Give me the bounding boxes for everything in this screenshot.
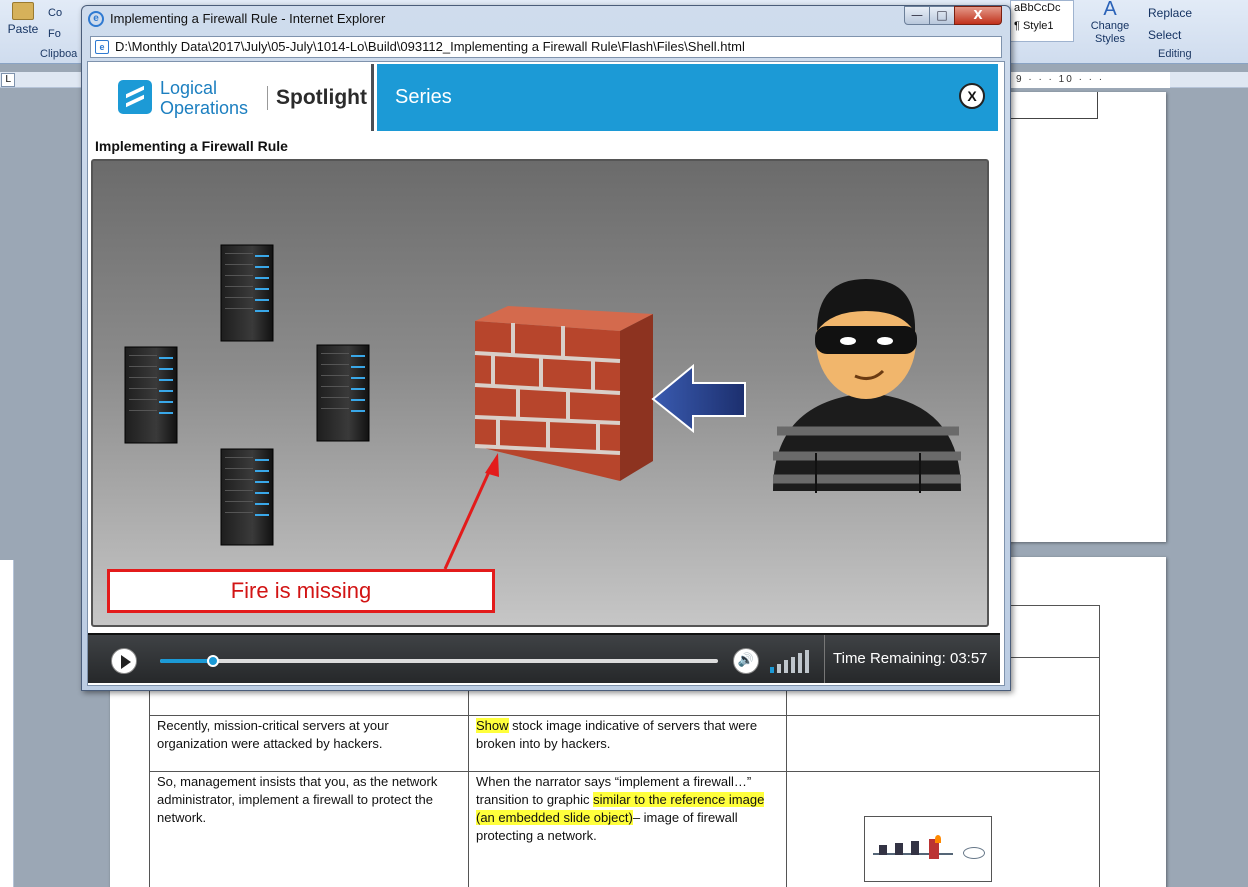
player-close-button[interactable]: X [959,83,985,109]
volume-bar [791,656,795,673]
editing-group-label: Editing [1158,48,1192,60]
narration-cell[interactable]: So, management insists that you, as the … [149,771,469,887]
series-label: Series [395,86,452,108]
volume-bar [784,660,788,673]
volume-button[interactable]: 🔊 [733,648,759,674]
vertical-ruler[interactable] [0,560,14,887]
server-icon [220,448,274,546]
narration-cell[interactable]: Recently, mission-critical servers at yo… [149,715,469,772]
brand-line2: Operations [160,98,249,118]
reference-image-thumbnail[interactable] [864,816,992,882]
volume-bar [798,653,802,673]
browser-window: e Implementing a Firewall Rule - Interne… [81,5,1011,691]
play-button[interactable] [111,648,137,674]
firewall-icon [474,306,653,481]
change-styles-button[interactable]: A Change Styles [1086,0,1134,46]
clipboard-group-label: Clipboa [40,48,78,60]
narration-text: Recently, mission-critical servers at yo… [157,718,389,751]
change-styles-label: Change Styles [1090,20,1130,45]
brand-panel: Logical Operations Spotlight [91,64,374,131]
narration-text: So, management insists that you, as the … [157,774,438,825]
tab-selector[interactable]: L [1,73,15,87]
page-icon: e [95,40,109,54]
player-header: Logical Operations Spotlight Series X [88,62,1000,133]
address-bar[interactable]: e D:\Monthly Data\2017\July\05-July\1014… [90,36,1002,58]
paste-label: Paste [7,22,39,36]
direction-text: stock image indicative of servers that w… [476,718,758,751]
address-url: D:\Monthly Data\2017\July\05-July\1014-L… [115,39,745,54]
replace-button[interactable]: Replace [1148,6,1192,20]
direction-cell[interactable]: When the narrator says “implement a fire… [468,771,787,887]
time-remaining: Time Remaining: 03:57 [824,635,1000,683]
slide-artwork [124,244,961,570]
slide-stage: Fire is missing [91,159,989,627]
brand-line1: Logical [160,78,218,98]
desktop: Paste Co Fo Clipboa aBbCcDc ¶ Style1 A C… [0,0,1248,887]
change-styles-icon: A [1103,0,1117,20]
server-icon [316,344,370,442]
title-bar[interactable]: e Implementing a Firewall Rule - Interne… [82,6,1010,34]
table-row: So, management insists that you, as the … [149,771,1100,887]
player-controls: 🔊 Time Remaining: 03:57 [88,633,1000,683]
internet-explorer-icon: e [88,11,104,27]
style-sample: aBbCcDc [1014,2,1061,14]
paste-button[interactable]: Paste [4,2,42,46]
table-row: Recently, mission-critical servers at yo… [149,715,1100,772]
highlighted-text: Show [476,718,509,733]
server-icon [124,346,178,444]
format-painter-button[interactable]: Fo [48,28,61,40]
volume-bar [805,649,809,673]
volume-level[interactable] [770,649,812,673]
logical-operations-logo-icon [118,80,152,114]
hacker-icon [773,279,961,493]
select-button[interactable]: Select [1148,28,1181,42]
volume-bar [777,663,781,673]
window-title: Implementing a Firewall Rule - Internet … [110,11,386,26]
ruler-marks: 9 · · · 10 · · · [1010,72,1170,88]
paste-icon [12,2,34,20]
media-cell[interactable] [786,715,1100,772]
close-window-button[interactable]: X [954,6,1002,25]
server-icon [220,244,274,342]
callout-box: Fire is missing [107,569,495,613]
callout-pointer [443,462,495,570]
maximize-button[interactable]: □ [929,6,955,25]
lesson-title: Implementing a Firewall Rule [95,138,288,154]
series-bar: Series X [377,64,998,131]
style-name: ¶ Style1 [1014,20,1054,32]
copy-button[interactable]: Co [48,7,62,19]
seek-progress [160,659,213,663]
volume-bar [770,667,774,673]
page-content: Logical Operations Spotlight Series X Im… [87,61,1005,686]
seek-bar[interactable] [160,655,718,667]
direction-cell[interactable]: Show stock image indicative of servers t… [468,715,787,772]
media-cell[interactable] [786,771,1100,887]
arrow-icon [651,363,746,434]
seek-handle[interactable] [207,655,219,667]
styles-gallery[interactable]: aBbCcDc ¶ Style1 [1010,0,1074,42]
minimize-button[interactable]: — [904,6,930,25]
brand-product: Spotlight [267,86,367,110]
volume-icon: 🔊 [737,653,755,668]
callout-arrowhead [485,453,499,477]
